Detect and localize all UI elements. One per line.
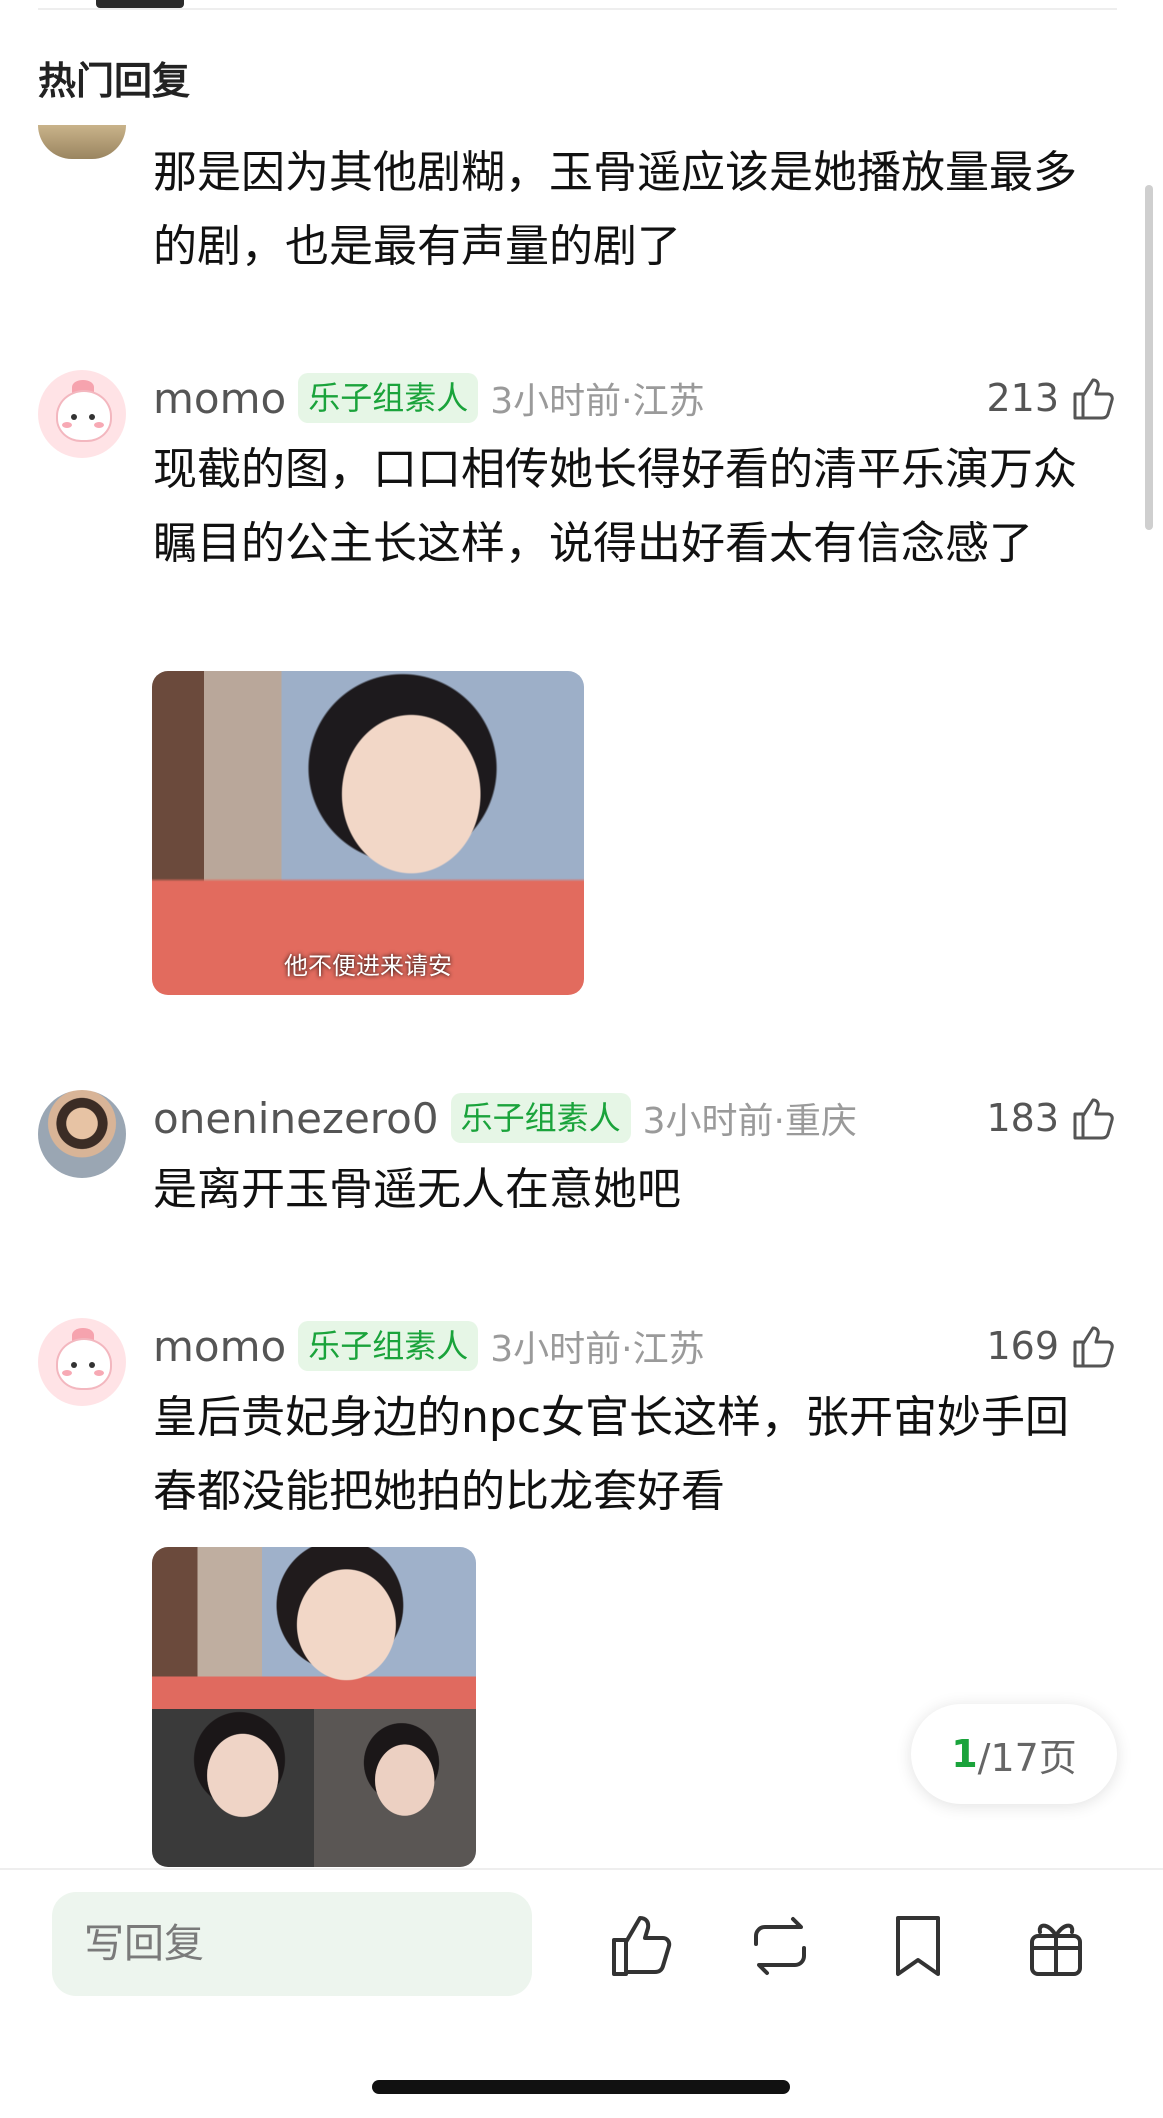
user-badge[interactable]: 乐子组素人 bbox=[298, 1321, 479, 1371]
image-panel-bottom bbox=[152, 1709, 476, 1867]
image-subtitle: 他不便进来请安 bbox=[284, 952, 452, 980]
timestamp-location: 3小时前·重庆 bbox=[642, 1101, 857, 1142]
username[interactable]: oneninezero0 bbox=[153, 1094, 439, 1143]
bottom-action-bar bbox=[0, 1868, 1163, 2118]
like-count: 213 bbox=[986, 376, 1059, 420]
comment-text: 现截的图，口口相传她长得好看的清平乐演万众瞩目的公主长这样，说得出好看太有信念感… bbox=[153, 444, 1077, 569]
comment-meta: oneninezero0 乐子组素人 3小时前·重庆 bbox=[153, 1090, 857, 1146]
top-divider bbox=[38, 8, 1117, 10]
comment-image[interactable]: 他不便进来请安 bbox=[152, 671, 584, 995]
page-total: /17页 bbox=[977, 1735, 1077, 1780]
comment-meta: momo 乐子组素人 3小时前·江苏 bbox=[153, 370, 705, 426]
scrollbar[interactable] bbox=[1145, 185, 1153, 530]
thumbs-up-icon bbox=[1073, 1098, 1114, 1140]
avatar[interactable] bbox=[38, 125, 126, 159]
like-button[interactable]: 169 bbox=[986, 1318, 1117, 1374]
comment-text: 那是因为其他剧糊，玉骨遥应该是她播放量最多的剧，也是最有声量的剧了 bbox=[153, 147, 1077, 272]
comment-text: 是离开玉骨遥无人在意她吧 bbox=[153, 1164, 681, 1215]
timestamp-location: 3小时前·江苏 bbox=[490, 381, 705, 422]
reply-input[interactable] bbox=[52, 1892, 532, 1996]
user-badge[interactable]: 乐子组素人 bbox=[450, 1093, 631, 1143]
top-tab-indicator bbox=[96, 0, 184, 8]
comment-text: 皇后贵妃身边的npc女官长这样，张开宙妙手回春都没能把她拍的比龙套好看 bbox=[153, 1392, 1070, 1517]
gift-icon[interactable] bbox=[1020, 1910, 1092, 1982]
thumbs-up-icon bbox=[1073, 1326, 1114, 1368]
thumbs-up-icon bbox=[1073, 378, 1114, 420]
bookmark-icon[interactable] bbox=[882, 1910, 954, 1982]
page-current: 1 bbox=[951, 1732, 978, 1776]
username[interactable]: momo bbox=[153, 374, 286, 423]
avatar[interactable] bbox=[38, 1090, 126, 1178]
page-indicator[interactable]: 1/17页 bbox=[911, 1704, 1117, 1804]
repost-icon[interactable] bbox=[744, 1910, 816, 1982]
image-panel-top bbox=[152, 1547, 476, 1709]
comment-meta: momo 乐子组素人 3小时前·江苏 bbox=[153, 1318, 705, 1374]
user-badge[interactable]: 乐子组素人 bbox=[298, 373, 479, 423]
avatar[interactable] bbox=[38, 370, 126, 458]
thumbs-up-icon[interactable] bbox=[604, 1910, 676, 1982]
like-button[interactable]: 213 bbox=[986, 370, 1117, 426]
like-count: 183 bbox=[986, 1096, 1059, 1140]
like-button[interactable]: 183 bbox=[986, 1090, 1117, 1146]
comment-image[interactable] bbox=[152, 1547, 476, 1867]
timestamp-location: 3小时前·江苏 bbox=[490, 1329, 705, 1370]
home-indicator bbox=[372, 2080, 790, 2094]
avatar[interactable] bbox=[38, 1318, 126, 1406]
like-count: 169 bbox=[986, 1324, 1059, 1368]
section-title: 热门回复 bbox=[38, 59, 191, 103]
username[interactable]: momo bbox=[153, 1322, 286, 1371]
